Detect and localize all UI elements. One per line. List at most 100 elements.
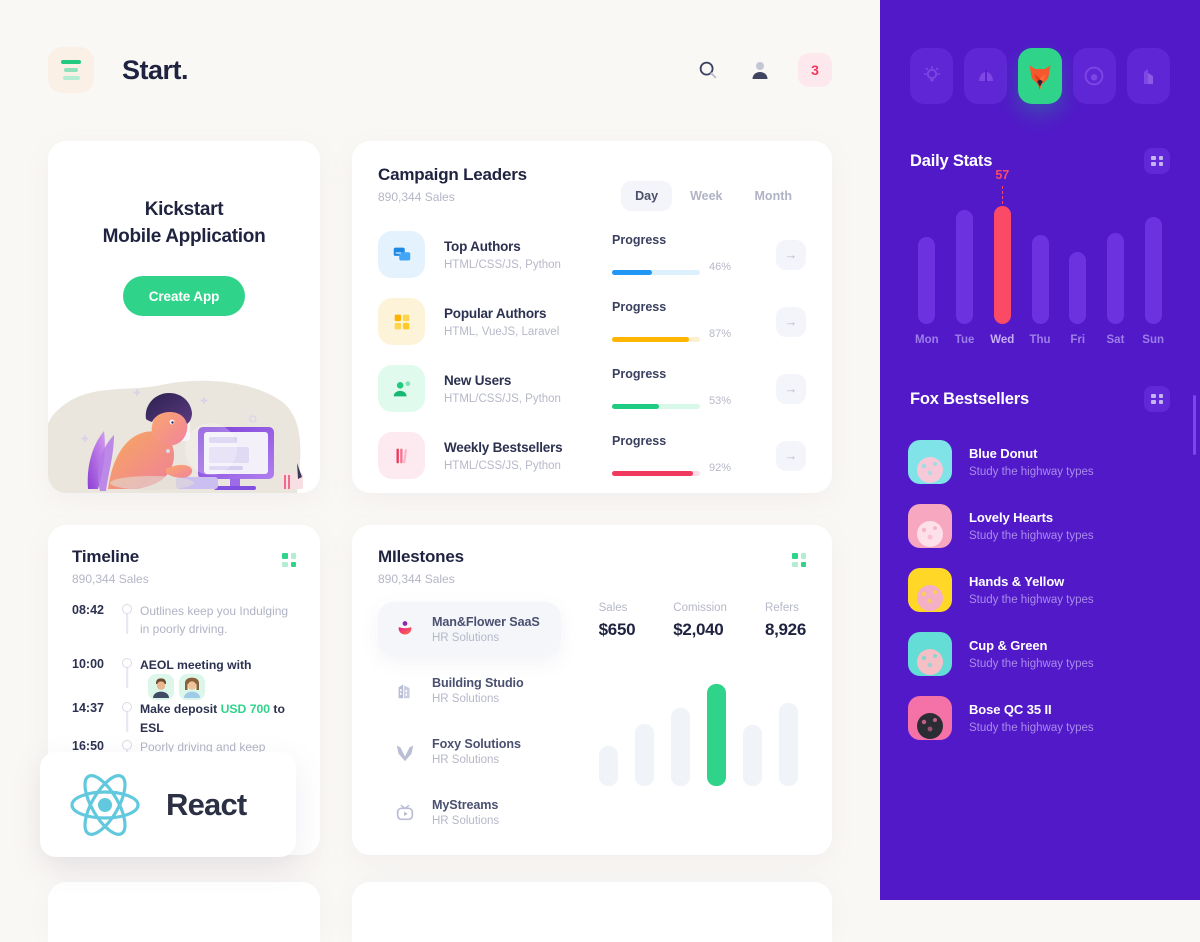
milestones-body: Man&Flower SaaS HR Solutions Building Stud… (378, 602, 806, 846)
daily-stats-menu-icon[interactable] (1144, 148, 1170, 174)
kickstart-title: Kickstart Mobile Application (103, 197, 266, 250)
app-tile-bulb[interactable] (910, 48, 954, 104)
blue-donut-thumb (908, 440, 952, 484)
sidebar-scrollbar[interactable] (1193, 395, 1196, 455)
bestseller-name: Lovely Hearts (969, 510, 1053, 525)
timeline-entry: 08:42 Outlines keep you Indulging in poor… (72, 602, 296, 656)
milestone-item[interactable]: Foxy Solutions HR Solutions (378, 724, 561, 778)
campaign-row-arrow-button[interactable]: → (776, 306, 806, 337)
campaign-row-arrow-button[interactable]: → (776, 373, 806, 404)
bottom-card-right (352, 882, 832, 942)
daily-stats-header: Daily Stats (880, 148, 1200, 174)
progress-fill (612, 403, 659, 409)
campaign-row[interactable]: Popular Authors HTML, VueJS, Laravel Progr… (378, 298, 806, 345)
milestones-menu-icon[interactable] (792, 553, 806, 567)
campaign-row-tech: HTML/CSS/JS, Python (444, 392, 561, 405)
bestseller-text: Cup & Green Study the highway types (969, 638, 1094, 670)
timeline-list: 08:42 Outlines keep you Indulging in poor… (72, 602, 296, 776)
grid-squares-icon (394, 314, 409, 329)
nine-icon (1084, 66, 1104, 86)
chat-bubbles-icon (393, 247, 410, 260)
bestseller-item[interactable]: Blue Donut Study the highway types (908, 430, 1172, 494)
progress-label: Progress (612, 434, 667, 448)
range-selector: Day Week Month (621, 181, 806, 211)
milestone-sub: HR Solutions (432, 753, 500, 766)
cup-green-thumb (908, 632, 952, 676)
timeline-text-before: Make deposit (140, 702, 221, 717)
person-at-desk-illustration (48, 380, 303, 493)
timeline-entry-body: Outlines keep you Indulging in poorly dr… (140, 602, 296, 638)
right-sidebar: Daily Stats 57 Mon Tue Wed Thu Fri Sat Sun Fox… (880, 0, 1200, 900)
top-bar-actions: 3 (694, 53, 832, 87)
kickstart-title-line1: Kickstart (144, 199, 224, 220)
range-day[interactable]: Day (621, 181, 673, 211)
timeline-menu-icon[interactable] (282, 553, 296, 567)
daily-stats-bar (1031, 235, 1049, 324)
campaign-row-info: Popular Authors HTML, VueJS, Laravel (444, 306, 612, 338)
app-tile-arch[interactable] (964, 48, 1008, 104)
milestone-text: MyStreams HR Solutions (432, 798, 499, 827)
campaign-row-arrow-button[interactable]: → (776, 440, 806, 471)
bottom-card-left (48, 882, 320, 942)
timeline-dot (122, 702, 132, 713)
tv-play-icon (396, 804, 414, 821)
progress-label: Progress (612, 233, 667, 247)
timeline-subtitle: 890,344 Sales (72, 572, 149, 586)
progress-percent: 92% (709, 461, 732, 474)
range-week[interactable]: Week (676, 181, 736, 211)
campaign-row[interactable]: Top Authors HTML/CSS/JS, Python Progress 46… (378, 231, 806, 278)
notification-badge[interactable]: 3 (798, 53, 832, 87)
bose-qc-thumb (908, 696, 952, 740)
campaign-row[interactable]: New Users HTML/CSS/JS, Python Progress 53% → (378, 365, 806, 412)
campaign-row-icon-tile (378, 432, 425, 479)
daily-stats-bar (1106, 233, 1124, 324)
app-tile-building[interactable] (1126, 48, 1171, 104)
milestone-sub: HR Solutions (432, 692, 500, 705)
milestone-chart-bar (742, 725, 762, 786)
daily-stats-bar-column (946, 196, 984, 324)
top-bar: Start. 3 (0, 0, 880, 140)
bestseller-text: Lovely Hearts Study the highway types (969, 510, 1094, 542)
react-badge-card[interactable]: React (40, 752, 296, 857)
avatar-boy (148, 674, 174, 701)
user-icon[interactable] (746, 56, 774, 84)
bestseller-item[interactable]: Hands & Yellow Study the highway types (908, 558, 1172, 622)
hamburger-logo-icon[interactable] (48, 47, 94, 93)
timeline-title: Timeline (72, 547, 140, 566)
create-app-button[interactable]: Create App (122, 276, 246, 317)
range-month[interactable]: Month (741, 181, 806, 211)
campaign-row-info: New Users HTML/CSS/JS, Python (444, 373, 612, 405)
bestseller-item[interactable]: Cup & Green Study the highway types (908, 622, 1172, 686)
logo-bar-1 (61, 60, 81, 64)
daily-stats-day-label: Sun (1142, 334, 1165, 346)
bestseller-name: Cup & Green (969, 638, 1048, 653)
app-tile-nine[interactable] (1072, 48, 1116, 104)
milestone-sub: HR Solutions (432, 814, 500, 827)
campaign-row-progress: Progress 87% (612, 300, 742, 343)
milestone-item[interactable]: Man&Flower SaaS HR Solutions (378, 602, 561, 656)
milestone-item[interactable]: Building Studio HR Solutions (378, 663, 561, 717)
milestone-stat-value: 8,926 (764, 620, 806, 639)
campaign-row-name: New Users (444, 372, 512, 388)
daily-stats-day-label: Tue (954, 334, 975, 346)
app-tile-fox[interactable] (1018, 48, 1062, 104)
milestone-sub: HR Solutions (432, 631, 500, 644)
campaign-title: Campaign Leaders (378, 165, 527, 184)
milestone-item[interactable]: MyStreams HR Solutions (378, 785, 561, 839)
milestone-stat-label: Sales (598, 602, 628, 614)
progress-label: Progress (612, 300, 667, 314)
bestseller-item[interactable]: Bose QC 35 II Study the highway types (908, 686, 1172, 750)
bestsellers-menu-icon[interactable] (1144, 386, 1170, 412)
progress-track (612, 336, 700, 342)
timeline-marker (114, 656, 140, 688)
timeline-header: Timeline 890,344 Sales (72, 547, 296, 586)
daily-stats-day-label: Mon (915, 334, 939, 346)
bestseller-item[interactable]: Lovely Hearts Study the highway types (908, 494, 1172, 558)
milestone-name: Man&Flower SaaS (432, 614, 540, 629)
daily-stats-bar-column (1097, 196, 1135, 324)
bestseller-text: Bose QC 35 II Study the highway types (969, 702, 1094, 734)
timeline-entry: 10:00 AEOL meeting with (72, 656, 296, 701)
campaign-row[interactable]: Weekly Bestsellers HTML/CSS/JS, Python Pro… (378, 432, 806, 479)
search-icon[interactable] (694, 56, 722, 84)
campaign-row-arrow-button[interactable]: → (776, 239, 806, 270)
